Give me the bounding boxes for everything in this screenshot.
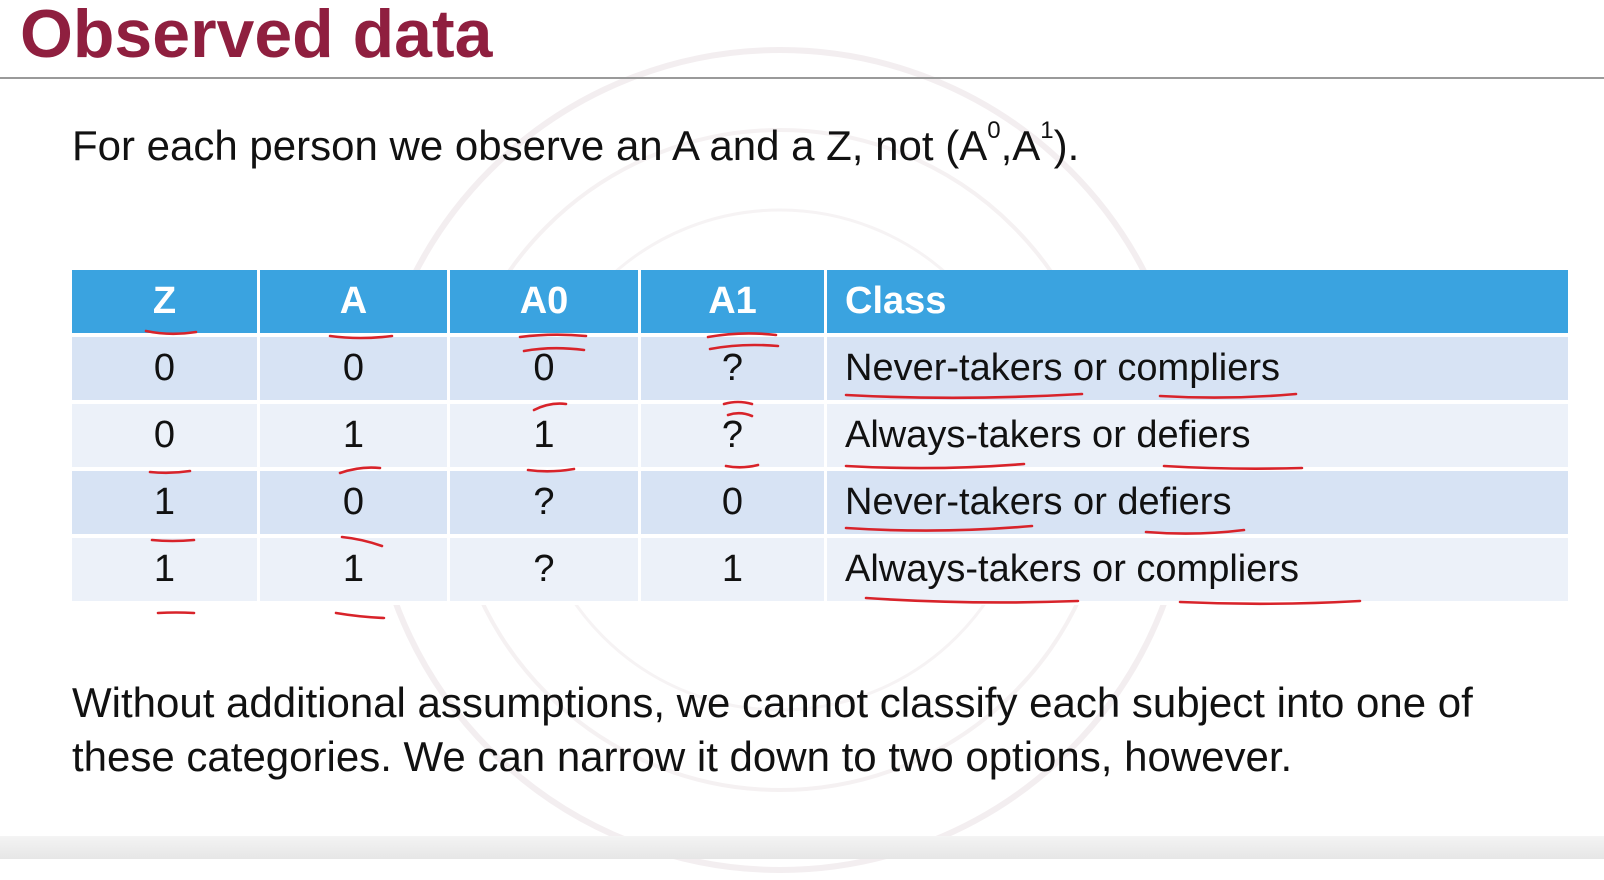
cell-class: Always-takers or compliers [827, 538, 1568, 605]
underline-row4-z [156, 611, 196, 615]
table-row: 1 1 ? 1 Always-takers or compliers [72, 538, 1568, 605]
intro-text: For each person we observe an A and a Z,… [72, 117, 1080, 169]
header-class: Class [827, 270, 1568, 337]
cell-a: 0 [260, 337, 450, 404]
title-divider [0, 77, 1604, 79]
cell-a1: 0 [641, 471, 827, 538]
header-z: Z [72, 270, 260, 337]
table-header-row: Z A A0 A1 Class [72, 270, 1568, 337]
cell-class: Always-takers or defiers [827, 404, 1568, 471]
cell-a1: ? [641, 337, 827, 404]
cell-a0: ? [450, 471, 641, 538]
table-row: 0 1 1 ? Always-takers or defiers [72, 404, 1568, 471]
table-row: 1 0 ? 0 Never-takers or defiers [72, 471, 1568, 538]
cell-z: 1 [72, 471, 260, 538]
closing-text: Without additional assumptions, we canno… [72, 679, 1473, 780]
cell-a1: ? [641, 404, 827, 471]
cell-a: 1 [260, 404, 450, 471]
cell-z: 1 [72, 538, 260, 605]
cell-a0: 0 [450, 337, 641, 404]
slide-title: Observed data [20, 0, 493, 72]
observed-data-table: Z A A0 A1 Class 0 0 0 ? Never-takers or … [72, 270, 1568, 605]
cell-a1: 1 [641, 538, 827, 605]
underline-row4-a [334, 611, 386, 620]
cell-a: 1 [260, 538, 450, 605]
bottom-edge-band [0, 836, 1604, 859]
cell-class: Never-takers or compliers [827, 337, 1568, 404]
cell-a0: ? [450, 538, 641, 605]
header-a0: A0 [450, 270, 641, 337]
cell-class: Never-takers or defiers [827, 471, 1568, 538]
table-row: 0 0 0 ? Never-takers or compliers [72, 337, 1568, 404]
cell-z: 0 [72, 404, 260, 471]
slide: Observed data For each person we observe… [0, 0, 1604, 873]
cell-a0: 1 [450, 404, 641, 471]
cell-a: 0 [260, 471, 450, 538]
header-a1: A1 [641, 270, 827, 337]
header-a: A [260, 270, 450, 337]
cell-z: 0 [72, 337, 260, 404]
